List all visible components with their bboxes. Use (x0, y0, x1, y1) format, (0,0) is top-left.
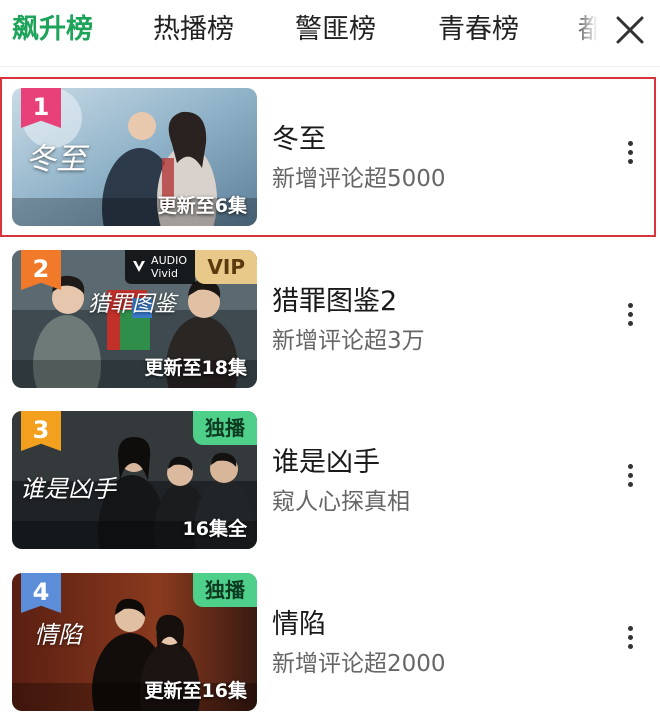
show-subtitle: 窥人心探真相 (272, 489, 410, 515)
poster-title-text: 情陷 (34, 621, 82, 649)
exclusive-badge: 独播 (193, 411, 257, 445)
show-subtitle: 新增评论超3万 (272, 328, 425, 354)
episode-label: 更新至6集 (157, 195, 247, 217)
more-options-button[interactable] (620, 299, 640, 339)
audio-tag-line2: Vivid (151, 267, 178, 280)
show-subtitle: 新增评论超5000 (272, 166, 446, 192)
poster-thumbnail[interactable]: 情陷 4 独播 更新至16集 (12, 573, 257, 711)
tab-soaring[interactable]: 飙升榜 (12, 10, 93, 50)
tab-fade-overlay (570, 0, 610, 60)
poster-thumbnail[interactable]: 猎罪图鉴 2 AUDIO Vivid VIP 更新至18集 (12, 250, 257, 388)
more-dot (627, 482, 633, 487)
poster-title-text: 冬至 (26, 142, 86, 177)
more-dot (627, 635, 633, 640)
list-item-winter-solstice[interactable]: 冬至 1 更新至6集 冬至 新增评论超5000 (0, 77, 656, 237)
poster-thumbnail[interactable]: 冬至 1 更新至6集 (12, 88, 257, 226)
more-options-button[interactable] (620, 622, 640, 662)
more-dot (627, 312, 633, 317)
vip-badge: VIP (195, 250, 257, 284)
episode-label: 16集全 (182, 518, 247, 540)
more-dot (627, 644, 633, 649)
more-dot (627, 303, 633, 308)
more-dot (627, 473, 633, 478)
more-dot (627, 150, 633, 155)
more-options-button[interactable] (620, 137, 640, 177)
exclusive-badge: 独播 (193, 573, 257, 607)
show-subtitle: 新增评论超2000 (272, 651, 446, 677)
more-dot (627, 464, 633, 469)
poster-thumbnail[interactable]: 谁是凶手 3 独播 16集全 (12, 411, 257, 549)
tab-police[interactable]: 警匪榜 (295, 10, 376, 50)
show-title: 猎罪图鉴2 (272, 286, 398, 317)
poster-title-text: 猎罪图鉴 (88, 292, 177, 317)
tab-hot[interactable]: 热播榜 (153, 10, 234, 50)
show-title: 冬至 (272, 124, 326, 155)
show-title: 情陷 (272, 609, 326, 640)
more-dot (627, 321, 633, 326)
show-title: 谁是凶手 (272, 447, 380, 478)
divider (0, 66, 660, 67)
audio-tag-line1: AUDIO (151, 254, 187, 267)
list-item-trapped-in-love[interactable]: 情陷 4 独播 更新至16集 情陷 新增评论超2000 (0, 562, 660, 722)
tab-youth[interactable]: 青春榜 (438, 10, 519, 50)
audio-vivid-icon (133, 261, 146, 272)
close-icon (616, 16, 644, 44)
audio-vivid-tag: AUDIO Vivid (125, 250, 195, 284)
poster-title-text: 谁是凶手 (20, 475, 116, 503)
episode-label: 更新至16集 (144, 680, 247, 702)
ranking-tab-bar: 飙升榜 热播榜 警匪榜 青春榜 都 (0, 0, 660, 68)
more-options-button[interactable] (620, 460, 640, 500)
list-item-who-is-murderer[interactable]: 谁是凶手 3 独播 16集全 谁是凶手 窥人心探真相 (0, 400, 660, 560)
list-item-crime-atlas-2[interactable]: 猎罪图鉴 2 AUDIO Vivid VIP 更新至18集 猎罪图鉴2 新增评论… (0, 239, 660, 399)
more-dot (627, 159, 633, 164)
episode-label: 更新至18集 (144, 357, 247, 379)
more-dot (627, 141, 633, 146)
close-button[interactable] (612, 12, 648, 48)
more-dot (627, 626, 633, 631)
